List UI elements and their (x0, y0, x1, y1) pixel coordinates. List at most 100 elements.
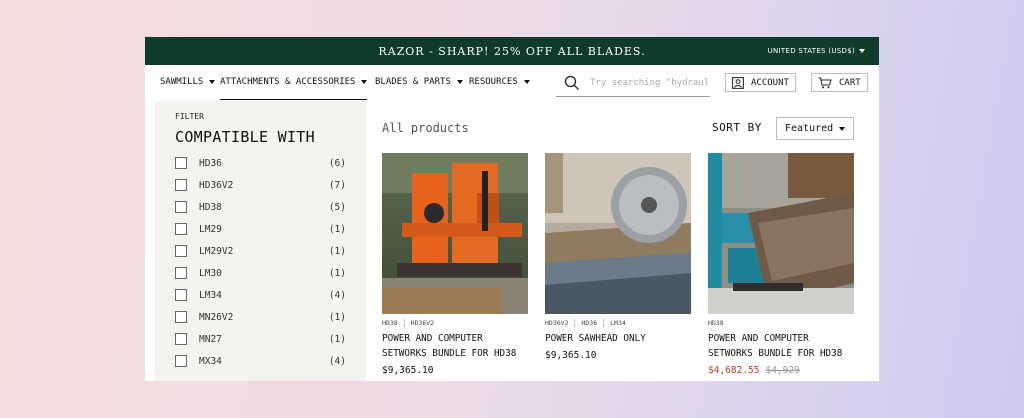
filter-option-name: MN26V2 (199, 311, 234, 323)
nav-item-label: ATTACHMENTS & ACCESSORIES (220, 77, 356, 87)
filter-option-count: (5) (328, 201, 346, 213)
announcement-message: RAZOR - SHARP! 25% OFF ALL BLADES. (378, 44, 646, 58)
filter-option-count: (1) (328, 311, 346, 323)
nav-item-label: RESOURCES (469, 77, 518, 87)
sale-price: $4,682.55 (708, 365, 760, 376)
page-title: All products (382, 121, 469, 135)
checkbox[interactable] (175, 245, 187, 257)
checkbox[interactable] (175, 201, 187, 213)
product-tags: HD36V2 HD36 LM34 (545, 318, 691, 327)
filter-option-name: LM34 (199, 289, 222, 301)
filter-option-count: (6) (328, 157, 346, 169)
nav-item-blades-parts[interactable]: BLADES & PARTS (375, 65, 463, 99)
filter-option-mn27[interactable]: MN27 (1) (175, 331, 346, 347)
product-image[interactable] (545, 153, 691, 314)
search-icon[interactable] (564, 75, 580, 91)
chevron-down-icon (456, 80, 463, 84)
country-selector[interactable]: UNITED STATES (USD$) (768, 37, 865, 65)
store-window: RAZOR - SHARP! 25% OFF ALL BLADES. UNITE… (145, 37, 879, 381)
filter-option-name: HD36V2 (199, 179, 234, 191)
filter-sidebar: FILTER COMPATIBLE WITH HD36 (6) HD36V2 (… (155, 101, 366, 381)
checkbox[interactable] (175, 355, 187, 367)
nav-item-label: BLADES & PARTS (375, 77, 451, 87)
product-card: HD38 HD36V2 POWER AND COMPUTER SETWORKS … (382, 153, 528, 376)
checkbox[interactable] (175, 333, 187, 345)
checkbox[interactable] (175, 267, 187, 279)
log-sawmill-photo (708, 153, 854, 314)
chevron-down-icon (839, 126, 845, 131)
circular-saw-photo (545, 153, 691, 314)
product-title[interactable]: POWER SAWHEAD ONLY (545, 331, 691, 346)
filter-option-name: LM30 (199, 267, 222, 279)
filter-option-name: LM29V2 (199, 245, 234, 257)
nav-item-attachments[interactable]: ATTACHMENTS & ACCESSORIES (220, 65, 368, 100)
main-nav: SAWMILLS ATTACHMENTS & ACCESSORIES BLADE… (145, 65, 879, 101)
filter-option-count: (1) (328, 223, 346, 235)
product-card: HD36V2 HD36 LM34 POWER SAWHEAD ONLY $9,3… (545, 153, 691, 361)
announcement-bar: RAZOR - SHARP! 25% OFF ALL BLADES. UNITE… (145, 37, 879, 65)
product-title[interactable]: POWER AND COMPUTER SETWORKS BUNDLE FOR H… (382, 331, 528, 361)
filter-option-mx34[interactable]: MX34 (4) (175, 353, 346, 369)
filter-option-name: HD38 (199, 201, 222, 213)
nav-item-resources[interactable]: RESOURCES (469, 65, 530, 99)
sort-value: Featured (785, 123, 834, 134)
product-image[interactable] (708, 153, 854, 314)
filter-option-hd38[interactable]: HD38 (5) (175, 199, 346, 215)
chevron-down-icon (859, 49, 865, 53)
user-icon (732, 76, 744, 89)
search-bar (556, 69, 710, 97)
cart-button[interactable]: CART (811, 73, 868, 92)
filter-option-name: MN27 (199, 333, 222, 345)
chevron-down-icon (209, 80, 216, 84)
filter-option-lm30[interactable]: LM30 (1) (175, 265, 346, 281)
checkbox[interactable] (175, 223, 187, 235)
filter-title: COMPATIBLE WITH (175, 128, 315, 146)
filter-option-name: MX34 (199, 355, 222, 367)
product-tag: HD36V2 (545, 318, 569, 327)
product-tag: LM34 (603, 318, 626, 327)
filter-option-count: (1) (328, 245, 346, 257)
product-tags: HD38 HD36V2 (382, 318, 528, 327)
cart-icon (818, 77, 832, 88)
country-label: UNITED STATES (USD$) (767, 47, 855, 55)
product-tag: HD38 (382, 318, 398, 327)
original-price: $4,929 (765, 365, 800, 376)
account-button[interactable]: ACCOUNT (725, 73, 796, 92)
filter-option-count: (7) (328, 179, 346, 191)
filter-option-name: LM29 (199, 223, 222, 235)
filter-option-mn26v2[interactable]: MN26V2 (1) (175, 309, 346, 325)
search-input[interactable] (588, 76, 710, 89)
product-card: HD38 POWER AND COMPUTER SETWORKS BUNDLE … (708, 153, 854, 376)
product-price: $4,682.55 $4,929 (708, 365, 854, 376)
filter-option-count: (1) (328, 267, 346, 279)
chevron-down-icon (523, 80, 530, 84)
filter-option-lm34[interactable]: LM34 (4) (175, 287, 346, 303)
chevron-down-icon (361, 80, 368, 84)
product-price: $9,365.10 (382, 365, 434, 376)
product-tag: HD36V2 (403, 318, 434, 327)
checkbox[interactable] (175, 179, 187, 191)
checkbox[interactable] (175, 311, 187, 323)
filter-option-name: HD36 (199, 157, 222, 169)
checkbox[interactable] (175, 289, 187, 301)
checkbox[interactable] (175, 157, 187, 169)
filter-option-hd36[interactable]: HD36 (6) (175, 155, 346, 171)
nav-item-sawmills[interactable]: SAWMILLS (160, 65, 216, 99)
product-price: $9,365.10 (545, 350, 597, 361)
account-label: ACCOUNT (751, 77, 789, 88)
product-image[interactable] (382, 153, 528, 314)
cart-label: CART (839, 77, 861, 88)
filter-option-hd36v2[interactable]: HD36V2 (7) (175, 177, 346, 193)
sort-select[interactable]: Featured (776, 117, 854, 140)
filter-option-count: (1) (328, 333, 346, 345)
filter-option-count: (4) (328, 289, 346, 301)
filter-label: FILTER (175, 112, 204, 121)
product-title[interactable]: POWER AND COMPUTER SETWORKS BUNDLE FOR H… (708, 331, 854, 361)
product-tag: HD36 (574, 318, 597, 327)
filter-option-count: (4) (328, 355, 346, 367)
product-tag: HD38 (708, 318, 724, 327)
sawmill-photo (382, 153, 528, 314)
nav-item-label: SAWMILLS (160, 77, 204, 87)
filter-option-lm29v2[interactable]: LM29V2 (1) (175, 243, 346, 259)
filter-option-lm29[interactable]: LM29 (1) (175, 221, 346, 237)
